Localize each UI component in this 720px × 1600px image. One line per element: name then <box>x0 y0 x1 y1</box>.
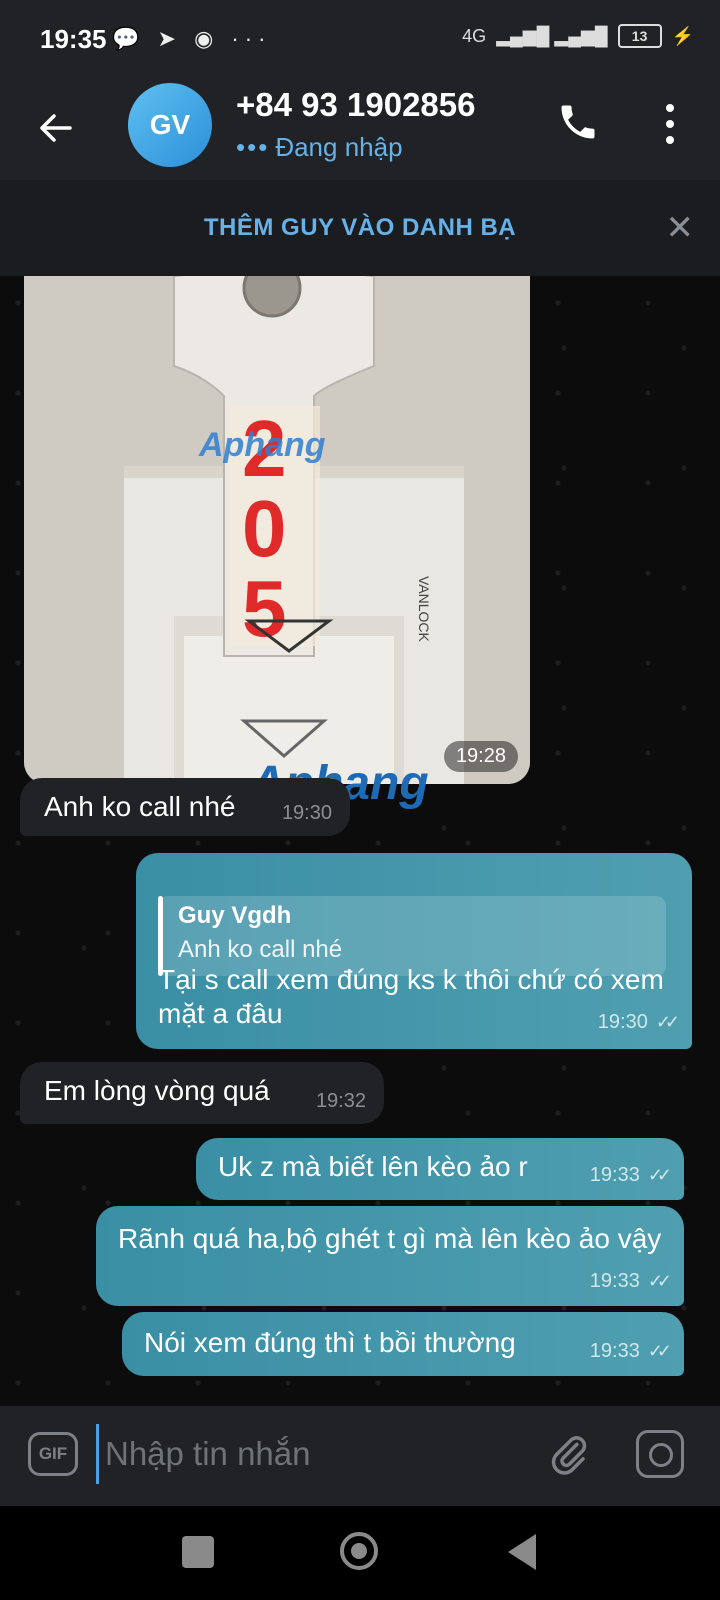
message-time: 19:33 <box>589 1340 640 1362</box>
recents-button[interactable] <box>182 1536 214 1568</box>
reply-quote[interactable]: Guy Vgdh Anh ko call nhé <box>158 896 666 976</box>
message-bubble-outgoing[interactable]: Nói xem đúng thì t bồi thường 19:33 ✓✓ <box>122 1312 684 1376</box>
contact-name[interactable]: +84 93 1902856 <box>236 86 476 124</box>
message-text: Anh ko call nhé <box>44 791 236 822</box>
telegram-icon: ➤ <box>157 26 182 51</box>
home-button[interactable] <box>340 1532 378 1570</box>
system-nav-bar <box>0 1506 720 1600</box>
paperclip-icon[interactable] <box>548 1430 590 1478</box>
message-bubble-incoming[interactable]: Em lòng vòng quá 19:32 <box>20 1062 384 1124</box>
typing-dots-icon: ••• <box>236 132 270 162</box>
message-text: Rãnh quá ha,bộ ghét t gì mà lên kèo ảo v… <box>118 1223 662 1254</box>
double-check-icon: ✓✓ <box>655 1012 680 1032</box>
message-text: Uk z mà biết lên kèo ảo r <box>218 1151 528 1182</box>
notification-icons: 💬 ➤ ◉ ··· <box>112 26 271 52</box>
add-contact-banner: THÊM GUY VÀO DANH BẠ ✕ <box>0 180 720 276</box>
camera-icon[interactable] <box>636 1430 684 1478</box>
reply-author: Guy Vgdh <box>178 902 292 929</box>
message-text: Nói xem đúng thì t bồi thường <box>144 1327 516 1358</box>
message-time: 19:30 <box>281 802 332 824</box>
reply-text: Anh ko call nhé <box>178 936 343 963</box>
phone-call-icon[interactable] <box>556 100 600 144</box>
close-icon[interactable]: ✕ <box>666 211 695 245</box>
status-right: 4G ▂▄▆█ ▂▄▆█ 13 ⚡ <box>462 24 694 48</box>
message-meta: 19:33 ✓✓ <box>589 1264 672 1298</box>
watermark-logo: Aphang <box>199 426 326 464</box>
status-time: 19:35 <box>40 24 107 54</box>
status-bar: 19:35 💬 ➤ ◉ ··· 4G ▂▄▆█ ▂▄▆█ 13 ⚡ <box>0 0 720 78</box>
message-time: 19:33 <box>589 1270 640 1292</box>
svg-text:VANLOCK: VANLOCK <box>416 576 432 643</box>
double-check-icon: ✓✓ <box>647 1165 672 1185</box>
message-time: 19:30 <box>597 1011 648 1033</box>
messenger-icon: ◉ <box>194 26 220 51</box>
double-check-icon: ✓✓ <box>647 1271 672 1291</box>
gif-button[interactable]: GIF <box>28 1432 78 1476</box>
chat-bubble-icon: 💬 <box>112 26 146 51</box>
charging-icon: ⚡ <box>671 25 694 46</box>
more-dots-icon: ··· <box>231 26 272 51</box>
message-bubble-incoming[interactable]: Anh ko call nhé 19:30 <box>20 778 350 836</box>
message-bubble-outgoing[interactable]: Uk z mà biết lên kèo ảo r 19:33 ✓✓ <box>196 1138 684 1200</box>
message-composer: GIF Nhập tin nhắn <box>0 1406 720 1506</box>
message-input[interactable]: Nhập tin nhắn <box>96 1424 516 1484</box>
message-time: 19:33 <box>589 1164 640 1186</box>
photo-message[interactable]: 2 0 5 VANLOCK Aphang 19:28 <box>24 276 530 784</box>
more-vertical-icon[interactable] <box>660 100 680 148</box>
battery-icon: 13 <box>617 24 662 48</box>
message-bubble-outgoing[interactable]: Rãnh quá ha,bộ ghét t gì mà lên kèo ảo v… <box>96 1206 684 1306</box>
message-meta: 19:33 ✓✓ <box>589 1334 672 1368</box>
contact-status: ••• Đang nhập <box>236 132 403 163</box>
back-button[interactable] <box>508 1534 536 1570</box>
signal-icon: ▂▄▆█ ▂▄▆█ <box>496 25 608 46</box>
chat-header: GV +84 93 1902856 ••• Đang nhập <box>0 78 720 180</box>
status-text: Đang nhập <box>275 132 403 162</box>
message-text: Em lòng vòng quá <box>44 1075 270 1106</box>
svg-text:0: 0 <box>242 484 287 573</box>
svg-text:5: 5 <box>242 564 287 653</box>
photo-time: 19:28 <box>443 741 518 772</box>
reply-bar <box>158 896 163 976</box>
double-check-icon: ✓✓ <box>647 1341 672 1361</box>
add-contact-button[interactable]: THÊM GUY VÀO DANH BẠ <box>0 214 720 242</box>
photo-image: 2 0 5 VANLOCK <box>24 276 530 784</box>
network-type: 4G <box>462 25 487 46</box>
message-time: 19:32 <box>315 1090 366 1112</box>
message-meta: 19:33 ✓✓ <box>589 1158 672 1192</box>
back-arrow-icon[interactable] <box>36 108 76 148</box>
avatar[interactable]: GV <box>128 83 212 167</box>
message-meta: 19:30 ✓✓ <box>597 1005 680 1039</box>
